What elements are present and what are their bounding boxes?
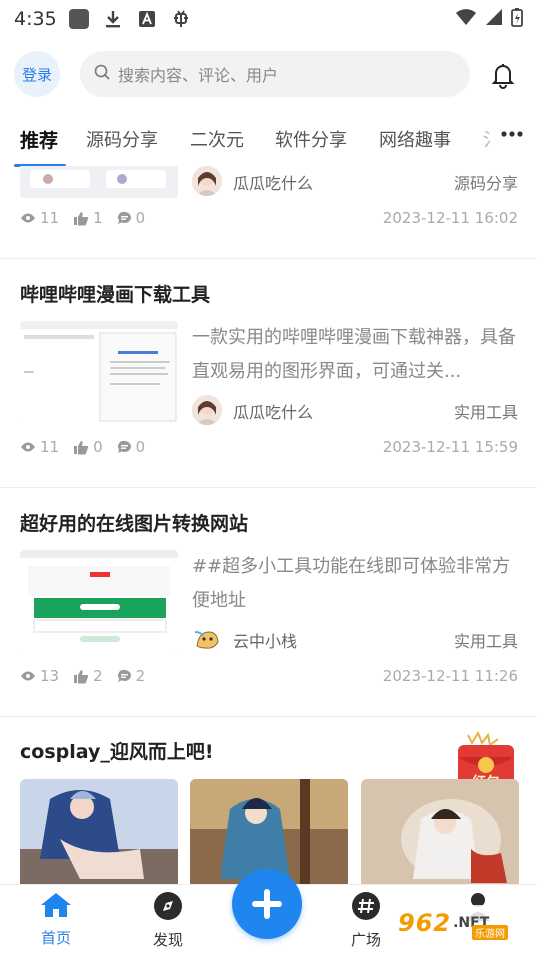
nav-home-label: 首页 (40, 929, 71, 947)
author-name[interactable]: 瓜瓜吃什么 (233, 170, 313, 194)
views-stat: 11 (20, 209, 59, 227)
nav-discover-label: 发现 (152, 931, 183, 949)
thumbs-up-icon (74, 440, 89, 454)
comment-icon (117, 669, 131, 682)
tab-source-code[interactable]: 源码分享 (86, 126, 158, 152)
notification-bell-icon[interactable] (488, 60, 518, 90)
comment-icon (117, 440, 131, 453)
comment-icon (117, 211, 131, 224)
search-input[interactable]: 搜索内容、评论、用户 (80, 51, 470, 97)
post-excerpt[interactable]: ##超多小工具功能在线即可体验非常方便地址 (192, 550, 520, 618)
compass-icon (154, 892, 182, 920)
keyboard-icon (137, 9, 157, 29)
plus-icon (252, 889, 282, 919)
views-count: 13 (40, 667, 60, 685)
login-button[interactable]: 登录 (14, 51, 60, 97)
thumbs-up-icon (74, 211, 89, 225)
eye-icon (21, 213, 35, 223)
post-date: 2023-12-11 11:26 (382, 667, 518, 685)
post-title[interactable]: 超好用的在线图片转换网站 (20, 509, 248, 536)
likes-stat[interactable]: 2 (73, 667, 103, 685)
comments-count: 2 (135, 667, 146, 685)
hashtag-icon (352, 892, 380, 920)
likes-stat[interactable]: 0 (73, 438, 103, 456)
download-icon (103, 9, 123, 29)
post-title[interactable]: 哔哩哔哩漫画下载工具 (20, 280, 210, 307)
author-avatar[interactable] (192, 166, 222, 196)
post-stats: 11 1 0 (20, 209, 159, 227)
create-post-button[interactable] (232, 869, 302, 939)
site-watermark: 962 .NET 乐游网 (398, 905, 530, 941)
bottom-nav: 首页 发现 广场 962 .NET 乐游网 (0, 869, 537, 956)
watermark-sub: 乐游网 (472, 925, 508, 940)
thumbs-up-icon (74, 669, 89, 683)
home-icon (41, 893, 71, 917)
post-excerpt[interactable]: 一款实用的哔哩哔哩漫画下载神器，具备直观易用的图形界面，可通过关... (192, 321, 520, 389)
app-notification-icon (68, 9, 89, 29)
views-count: 11 (40, 438, 60, 456)
author-avatar[interactable] (192, 395, 222, 425)
cosplay-image[interactable] (361, 779, 519, 886)
category-tabs: 推荐 源码分享 二次元 软件分享 网络趣事 氵 (0, 118, 537, 167)
eye-icon (21, 442, 35, 452)
watermark-main: 962 (398, 909, 452, 937)
battery-icon (511, 7, 523, 31)
post-card[interactable]: 超好用的在线图片转换网站 ##超多小工具功能在线即可体验非常方便地址 云中小栈 … (0, 488, 537, 716)
likes-count: 1 (93, 209, 103, 227)
section-title[interactable]: cosplay_迎风而上吧! (20, 737, 214, 764)
author-name[interactable]: 云中小栈 (233, 628, 297, 652)
author-avatar[interactable] (192, 624, 222, 654)
comments-count: 0 (135, 209, 146, 227)
tabs-fade (470, 118, 500, 162)
cosplay-section: cosplay_迎风而上吧! 红包 大派送 (0, 717, 537, 886)
top-bar: 登录 搜索内容、评论、用户 (0, 48, 537, 100)
status-bar: 4:35 (0, 0, 537, 38)
likes-count: 0 (93, 438, 103, 456)
comments-stat[interactable]: 0 (117, 438, 146, 456)
views-stat: 11 (20, 438, 59, 456)
status-time: 4:35 (14, 8, 57, 30)
views-count: 11 (40, 209, 60, 227)
post-card[interactable]: 瓜瓜吃什么 源码分享 11 1 0 2023-12-11 16:02 (0, 166, 537, 258)
post-stats: 13 2 2 (20, 667, 159, 685)
search-placeholder: 搜索内容、评论、用户 (118, 66, 279, 85)
post-category[interactable]: 实用工具 (454, 628, 518, 652)
bug-icon (171, 9, 191, 29)
post-date: 2023-12-11 15:59 (382, 438, 518, 456)
cosplay-image[interactable] (20, 779, 178, 886)
feed: 瓜瓜吃什么 源码分享 11 1 0 2023-12-11 16:02 哔哩哔哩漫… (0, 166, 537, 886)
eye-icon (21, 671, 35, 681)
tab-anime[interactable]: 二次元 (190, 126, 244, 152)
post-category[interactable]: 实用工具 (454, 399, 518, 423)
post-thumbnail[interactable] (20, 550, 178, 652)
nav-plaza[interactable]: 广场 (336, 891, 396, 950)
search-icon (94, 64, 110, 84)
post-thumbnail[interactable] (20, 166, 178, 198)
post-date: 2023-12-11 16:02 (382, 209, 518, 227)
wifi-icon (455, 8, 477, 30)
more-tabs-icon[interactable] (500, 122, 524, 152)
comments-stat[interactable]: 2 (117, 667, 146, 685)
post-category[interactable]: 源码分享 (454, 170, 518, 194)
nav-home[interactable]: 首页 (26, 891, 86, 948)
views-stat: 13 (20, 667, 59, 685)
comments-count: 0 (135, 438, 146, 456)
tab-software[interactable]: 软件分享 (275, 126, 347, 152)
tab-internet-fun[interactable]: 网络趣事 (379, 126, 451, 152)
tab-recommended[interactable]: 推荐 (20, 126, 58, 153)
nav-plaza-label: 广场 (350, 931, 381, 949)
nav-discover[interactable]: 发现 (138, 891, 198, 950)
post-card[interactable]: 哔哩哔哩漫画下载工具 一款实用的哔哩哔哩漫画下载神器，具备直观易用的图形界面，可… (0, 259, 537, 487)
likes-count: 2 (93, 667, 103, 685)
likes-stat[interactable]: 1 (73, 209, 103, 227)
post-thumbnail[interactable] (20, 321, 178, 423)
signal-icon (485, 8, 503, 30)
post-stats: 11 0 0 (20, 438, 159, 456)
comments-stat[interactable]: 0 (117, 209, 146, 227)
author-name[interactable]: 瓜瓜吃什么 (233, 399, 313, 423)
